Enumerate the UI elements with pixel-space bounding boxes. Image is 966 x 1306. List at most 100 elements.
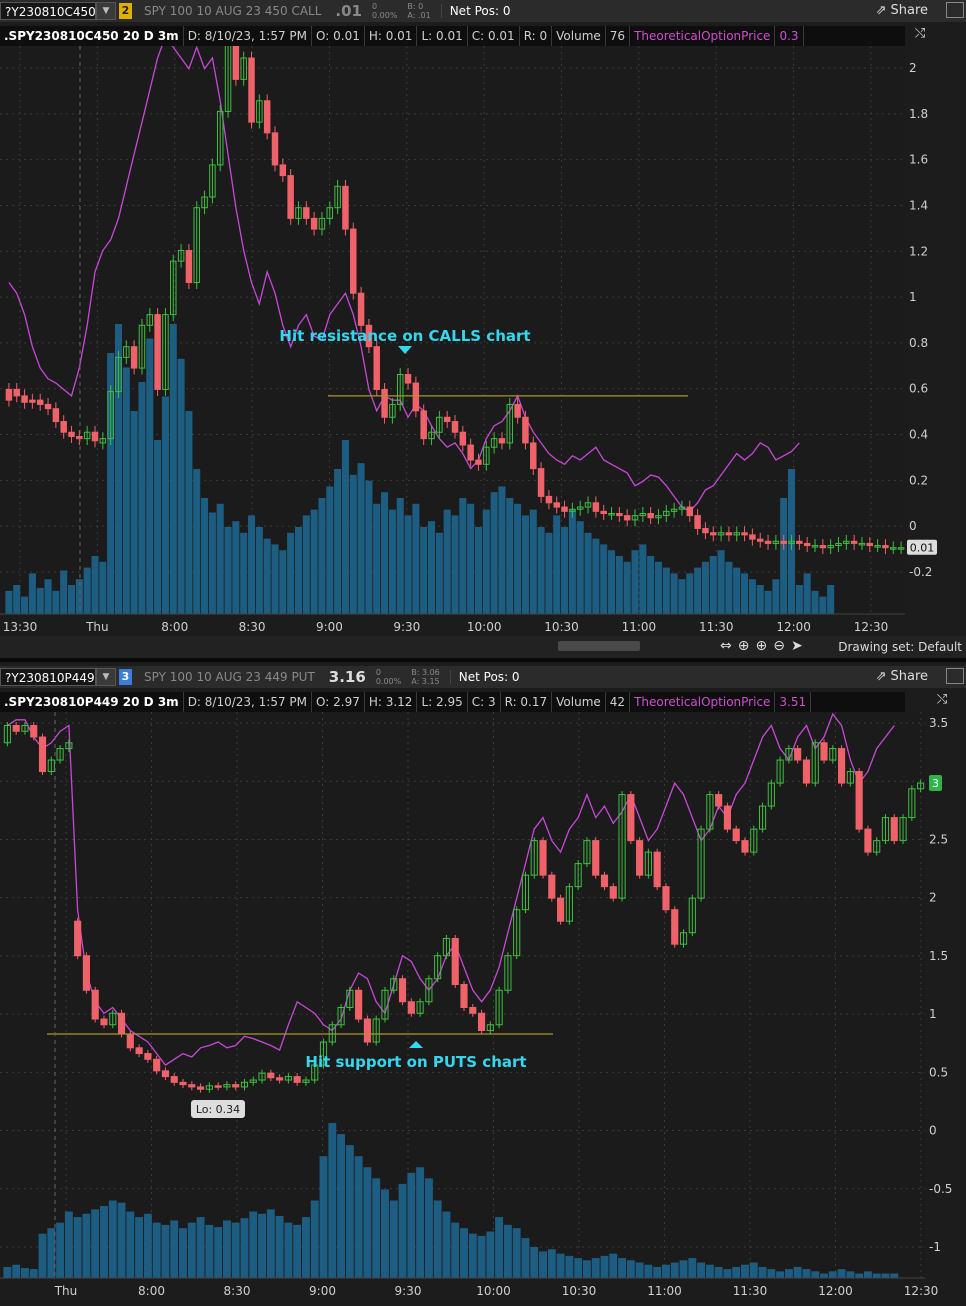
- volume-bar: [827, 585, 835, 614]
- style-toggle-icon[interactable]: ⤭: [908, 26, 932, 46]
- volume-bar: [679, 1260, 688, 1278]
- volume-bar: [723, 1269, 732, 1278]
- link-group-badge[interactable]: 2: [119, 3, 132, 19]
- window-menu-icon[interactable]: [946, 668, 964, 684]
- volume-bar: [154, 440, 162, 614]
- volume-bar: [201, 498, 209, 614]
- volume-bar: [284, 1222, 293, 1278]
- volume-bar: [82, 1213, 91, 1278]
- pointer-icon[interactable]: ➤: [791, 638, 803, 654]
- volume-bar: [647, 556, 655, 614]
- candle-body: [561, 506, 568, 512]
- candle-body: [451, 937, 459, 985]
- x-tick-label: 12:00: [776, 620, 811, 634]
- x-tick-label: 9:30: [393, 620, 420, 634]
- candle-body: [381, 388, 388, 418]
- y-tick-label: 1.8: [909, 107, 928, 121]
- volume-bar: [60, 570, 68, 614]
- candle-body: [803, 542, 811, 547]
- link-group-badge[interactable]: 3: [119, 669, 132, 685]
- bottom-info-bar: .SPY230810P449 20 D 3m D: 8/10/23, 1:57 …: [0, 692, 905, 712]
- style-toggle-icon[interactable]: ⤭: [930, 692, 954, 712]
- symbol-input[interactable]: ?Y230810P449: [0, 668, 96, 686]
- window-menu-icon[interactable]: [946, 2, 964, 18]
- candle-body: [420, 410, 427, 440]
- candle-body: [100, 1018, 108, 1026]
- volume-bar: [819, 596, 827, 614]
- volume-bar: [495, 1217, 504, 1278]
- calls-price-chart[interactable]: -0.2 0 0.2 0.4 0.6 0.8 1 1.2 1.4 1.6 1.8 2 13:30 Thu 8…: [0, 46, 966, 658]
- low-value: L: 0.01: [417, 26, 468, 46]
- volume-bar: [161, 396, 169, 614]
- volume-bar: [396, 498, 404, 614]
- share-button[interactable]: ⇗ Share: [876, 3, 928, 18]
- symbol-input[interactable]: ?Y230810C450: [0, 2, 96, 20]
- volume-bar: [741, 573, 749, 614]
- x-tick-label: 10:00: [467, 620, 502, 634]
- volume-bar: [214, 1227, 223, 1278]
- expand-time-icon[interactable]: ⇔: [720, 638, 732, 654]
- volume-bar: [498, 486, 506, 614]
- last-price: .01: [335, 2, 362, 20]
- crosshair-icon[interactable]: ⊕: [738, 638, 750, 654]
- volume-bar: [249, 1211, 258, 1278]
- volume-bar: [639, 544, 647, 614]
- zoom-out-icon[interactable]: ⊖: [773, 638, 785, 654]
- volume-bar: [709, 556, 717, 614]
- candle-body: [185, 249, 193, 284]
- volume-bar: [363, 1167, 372, 1278]
- candle-body: [715, 794, 723, 807]
- volume-value: 42: [606, 692, 631, 712]
- candle-body: [196, 1086, 205, 1090]
- volume-bar: [803, 573, 811, 614]
- volume-bar: [756, 585, 764, 614]
- candle-body: [820, 742, 828, 761]
- volume-bar: [310, 509, 318, 614]
- volume-bar: [697, 1262, 706, 1278]
- close-value: C: 3: [468, 692, 501, 712]
- volume-bar: [547, 1249, 556, 1278]
- horizontal-scrollbar[interactable]: [558, 641, 640, 651]
- candle-body: [741, 532, 748, 536]
- date-value: D: 8/10/23, 1:57 PM: [184, 692, 313, 712]
- volume-bar: [357, 463, 365, 614]
- candle-body: [451, 421, 459, 433]
- last-price-tag-label: 0.01: [910, 542, 935, 555]
- candle-body: [36, 399, 44, 405]
- volume-bar: [416, 1167, 425, 1278]
- y-tick-label: 0.5: [929, 1065, 948, 1079]
- candle-body: [214, 1085, 222, 1088]
- volume-bar: [772, 579, 780, 614]
- y-tick-label: 0.8: [909, 336, 928, 350]
- x-tick-label: 10:30: [562, 1284, 597, 1298]
- volume-bar: [820, 1273, 828, 1278]
- candle-body: [710, 532, 717, 536]
- volume-bar: [318, 498, 326, 614]
- top-chart-footer: ⇔ ⊕ ⊕ ⊖ ➤ Drawing set: Default: [0, 636, 966, 658]
- panel-divider[interactable]: [0, 658, 966, 662]
- candle-body: [469, 1007, 477, 1014]
- candle-body: [723, 805, 732, 830]
- volume-bar: [615, 556, 623, 614]
- x-tick-label: 11:00: [622, 620, 657, 634]
- candle-body: [373, 346, 380, 390]
- drawing-set-selector[interactable]: Drawing set: Default: [838, 640, 962, 654]
- volume-bar: [185, 411, 193, 614]
- chevron-down-icon: ▼: [102, 6, 110, 16]
- volume-bar: [138, 382, 146, 614]
- x-tick-label: Thu: [54, 1284, 78, 1298]
- top-header-bar: ?Y230810C450 ▼ 2 SPY 100 10 AUG 23 450 C…: [0, 0, 966, 22]
- volume-bar: [193, 469, 201, 614]
- candle-body: [671, 909, 679, 945]
- symbol-dropdown-button[interactable]: ▼: [96, 668, 116, 686]
- symbol-dropdown-button[interactable]: ▼: [96, 2, 116, 20]
- x-tick-label: 8:30: [239, 620, 266, 634]
- volume-bar: [75, 579, 83, 614]
- volume-bar: [99, 561, 107, 614]
- volume-bar: [694, 567, 702, 614]
- volume-bar: [349, 474, 357, 614]
- zoom-in-icon[interactable]: ⊕: [755, 638, 767, 654]
- puts-price-chart[interactable]: -1 -0.5 0 0.5 1 1.5 2 2.5 3 3.5 Thu 8:00 8:30 9:00 9:3…: [0, 712, 966, 1306]
- share-button[interactable]: ⇗ Share: [876, 669, 928, 684]
- volume-bar: [146, 338, 154, 614]
